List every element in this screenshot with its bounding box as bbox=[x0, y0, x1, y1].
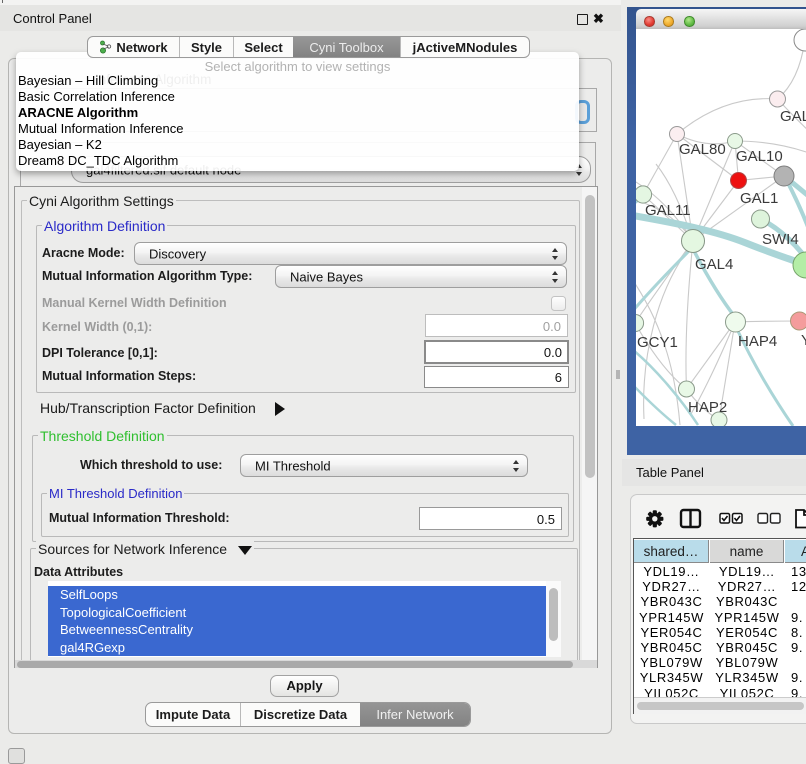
svg-text:Y: Y bbox=[801, 332, 806, 349]
svg-text:GAL1: GAL1 bbox=[740, 190, 778, 207]
svg-text:GAL11: GAL11 bbox=[645, 202, 691, 219]
svg-text:HAP4: HAP4 bbox=[738, 333, 777, 350]
svg-text:GAL2: GAL2 bbox=[780, 108, 806, 125]
svg-text:GAL10: GAL10 bbox=[736, 148, 783, 165]
svg-text:SWI4: SWI4 bbox=[762, 231, 799, 248]
svg-text:GAL80: GAL80 bbox=[679, 141, 726, 158]
svg-text:GAL4: GAL4 bbox=[695, 256, 733, 273]
svg-text:GCY1: GCY1 bbox=[637, 334, 678, 351]
svg-text:HAP2: HAP2 bbox=[688, 399, 727, 416]
